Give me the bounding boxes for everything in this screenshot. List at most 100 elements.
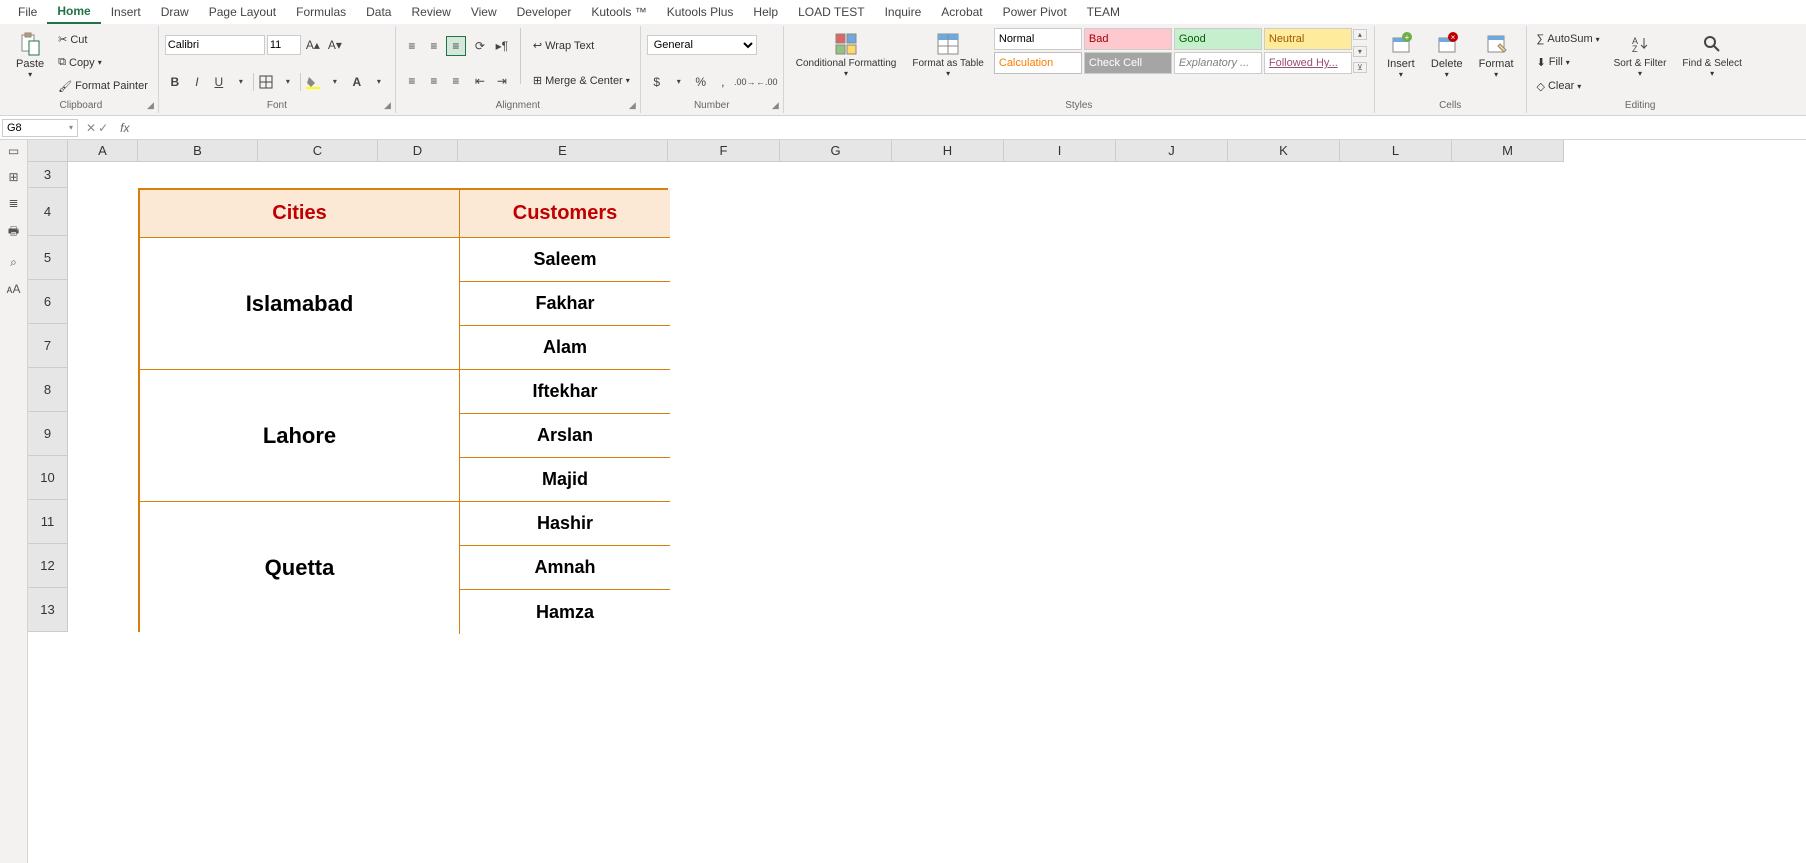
style-scroll-down[interactable]: ▾ (1353, 46, 1367, 57)
customer-cell[interactable]: Fakhar (460, 282, 670, 326)
clear-button[interactable]: ◇Clear▾ (1533, 78, 1604, 95)
conditional-formatting-button[interactable]: Conditional Formatting ▾ (790, 28, 903, 82)
autosum-button[interactable]: ∑AutoSum▾ (1533, 31, 1604, 47)
tab-view[interactable]: View (461, 1, 507, 23)
fx-icon[interactable]: fx (114, 121, 135, 135)
column-header[interactable]: C (258, 140, 378, 162)
borders-button[interactable] (256, 72, 276, 92)
format-cells-button[interactable]: Format ▾ (1473, 28, 1520, 83)
italic-button[interactable]: I (187, 72, 207, 92)
column-header[interactable]: E (458, 140, 668, 162)
column-header[interactable]: H (892, 140, 1004, 162)
enter-formula-icon[interactable]: ✓ (98, 121, 108, 135)
column-header[interactable]: K (1228, 140, 1340, 162)
chevron-down-icon[interactable]: ▾ (669, 72, 689, 92)
column-header[interactable]: A (68, 140, 138, 162)
font-name-select[interactable] (165, 35, 265, 55)
row-header[interactable]: 10 (28, 456, 68, 500)
align-top-button[interactable]: ≡ (402, 36, 422, 56)
dialog-launcher-icon[interactable]: ◢ (147, 100, 154, 111)
merge-center-button[interactable]: ⊞ Merge & Center ▾ (529, 72, 634, 89)
align-middle-button[interactable]: ≡ (424, 36, 444, 56)
cancel-formula-icon[interactable]: ✕ (86, 121, 96, 135)
tab-formulas[interactable]: Formulas (286, 1, 356, 23)
tab-insert[interactable]: Insert (101, 1, 151, 23)
column-header[interactable]: I (1004, 140, 1116, 162)
fill-color-button[interactable] (303, 72, 323, 92)
customer-cell[interactable]: Majid (460, 458, 670, 502)
cell-style-explanatory-[interactable]: Explanatory ... (1174, 52, 1262, 74)
city-cell[interactable]: Lahore (140, 370, 460, 502)
dialog-launcher-icon[interactable]: ◢ (629, 100, 636, 111)
orientation-button[interactable]: ⟳ (470, 36, 490, 56)
cell-style-normal[interactable]: Normal (994, 28, 1082, 50)
customer-cell[interactable]: Alam (460, 326, 670, 370)
fill-button[interactable]: ⬇Fill▾ (1533, 54, 1604, 71)
increase-font-button[interactable]: A▴ (303, 35, 323, 55)
table-header-cities[interactable]: Cities (140, 190, 460, 238)
tool-icon[interactable]: ▭ (8, 144, 19, 158)
dialog-launcher-icon[interactable]: ◢ (772, 100, 779, 111)
increase-indent-button[interactable]: ⇥ (492, 71, 512, 91)
cell-style-followed-hy-[interactable]: Followed Hy... (1264, 52, 1352, 74)
tab-file[interactable]: File (8, 1, 47, 23)
customer-cell[interactable]: Iftekhar (460, 370, 670, 414)
tab-kutools-plus[interactable]: Kutools Plus (657, 1, 744, 23)
column-header[interactable]: B (138, 140, 258, 162)
tab-kutools-[interactable]: Kutools ™ (581, 1, 656, 23)
tab-developer[interactable]: Developer (507, 1, 582, 23)
style-more[interactable]: ⊻ (1353, 62, 1367, 73)
tab-home[interactable]: Home (47, 0, 100, 24)
tab-power-pivot[interactable]: Power Pivot (993, 1, 1077, 23)
dialog-launcher-icon[interactable]: ◢ (384, 100, 391, 111)
column-header[interactable]: F (668, 140, 780, 162)
tool-icon[interactable]: ᴀA (7, 282, 21, 296)
customer-cell[interactable]: Amnah (460, 546, 670, 590)
style-scroll-up[interactable]: ▴ (1353, 29, 1367, 40)
wrap-text-button[interactable]: ↩ Wrap Text (529, 37, 634, 54)
customer-cell[interactable]: Hashir (460, 502, 670, 546)
underline-button[interactable]: U (209, 72, 229, 92)
ltr-button[interactable]: ▸¶ (492, 36, 512, 56)
column-header[interactable]: L (1340, 140, 1452, 162)
find-select-button[interactable]: Find & Select ▾ (1676, 28, 1747, 82)
format-painter-button[interactable]: 🖌 Format Painter (54, 78, 152, 95)
customer-cell[interactable]: Arslan (460, 414, 670, 458)
copy-button[interactable]: ⧉ Copy ▾ (54, 54, 152, 71)
column-header[interactable]: J (1116, 140, 1228, 162)
comma-button[interactable]: , (713, 72, 733, 92)
row-header[interactable]: 12 (28, 544, 68, 588)
row-header[interactable]: 5 (28, 236, 68, 280)
tool-icon[interactable]: ≣ (8, 196, 18, 210)
cell-style-good[interactable]: Good (1174, 28, 1262, 50)
tab-help[interactable]: Help (743, 1, 788, 23)
decrease-decimal-button[interactable]: ←.00 (757, 72, 777, 92)
tab-data[interactable]: Data (356, 1, 401, 23)
row-header[interactable]: 4 (28, 188, 68, 236)
chevron-down-icon[interactable]: ▾ (278, 72, 298, 92)
decrease-indent-button[interactable]: ⇤ (470, 71, 490, 91)
cell-style-bad[interactable]: Bad (1084, 28, 1172, 50)
column-header[interactable]: M (1452, 140, 1564, 162)
align-bottom-button[interactable]: ≡ (446, 36, 466, 56)
row-header[interactable]: 8 (28, 368, 68, 412)
bold-button[interactable]: B (165, 72, 185, 92)
increase-decimal-button[interactable]: .00→ (735, 72, 755, 92)
customer-cell[interactable]: Saleem (460, 238, 670, 282)
row-header[interactable]: 3 (28, 162, 68, 188)
tab-acrobat[interactable]: Acrobat (931, 1, 992, 23)
align-right-button[interactable]: ≡ (446, 71, 466, 91)
format-as-table-button[interactable]: Format as Table ▾ (906, 28, 990, 82)
cell-style-neutral[interactable]: Neutral (1264, 28, 1352, 50)
customer-cell[interactable]: Hamza (460, 590, 670, 634)
row-header[interactable]: 13 (28, 588, 68, 632)
row-header[interactable]: 6 (28, 280, 68, 324)
cut-button[interactable]: ✂ Cut (54, 31, 152, 48)
align-center-button[interactable]: ≡ (424, 71, 444, 91)
formula-input[interactable] (135, 119, 1806, 137)
accounting-button[interactable]: $ (647, 72, 667, 92)
tool-icon[interactable]: 🖶 (8, 222, 19, 243)
tab-inquire[interactable]: Inquire (875, 1, 932, 23)
paste-button[interactable]: Paste ▾ (10, 28, 50, 83)
tool-icon[interactable]: ⌕ (10, 255, 17, 270)
